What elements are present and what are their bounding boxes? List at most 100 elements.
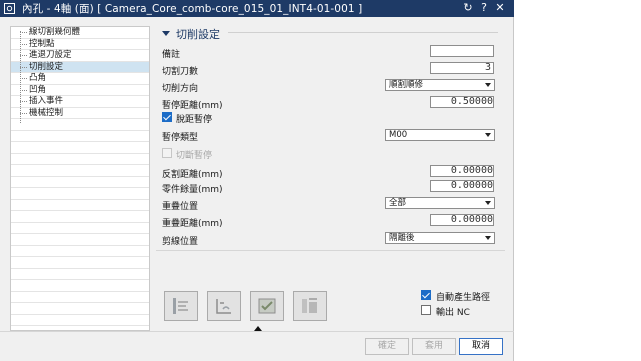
- remark-label: 備註: [162, 50, 181, 60]
- section-header[interactable]: 切削設定: [162, 26, 220, 42]
- tree-empty-row: [11, 200, 149, 211]
- tree-item-concave-corner[interactable]: 凹角: [11, 84, 149, 96]
- path-list-icon: [302, 298, 317, 313]
- tree-connector: [20, 78, 27, 79]
- tree-item-label: 進退刀設定: [29, 50, 72, 60]
- apply-button[interactable]: 套用: [412, 338, 456, 355]
- chevron-down-icon: [485, 201, 491, 205]
- overlap-distance-label: 重疊距離(mm): [162, 219, 223, 229]
- cut-line-position-label: 剪線位置: [162, 237, 199, 247]
- output-nc-checkbox[interactable]: [421, 305, 431, 315]
- title-bar[interactable]: 內孔 - 4軸 (面) [ Camera_Core_comb-core_015_…: [0, 0, 514, 17]
- path-preview-icon: [216, 299, 231, 314]
- pause-type-select[interactable]: M00: [385, 129, 495, 141]
- tree-empty-row: [11, 269, 149, 280]
- window-title: 內孔 - 4軸 (面) [ Camera_Core_comb-core_015_…: [22, 3, 363, 15]
- tree-connector: [20, 66, 27, 68]
- close-icon[interactable]: ✕: [493, 1, 507, 14]
- chevron-down-icon: [485, 83, 491, 87]
- tree-item-convex-corner[interactable]: 凸角: [11, 73, 149, 85]
- tree-item-label: 控制點: [29, 38, 55, 49]
- tree-empty-row: [11, 165, 149, 177]
- deviation-pause-checkbox[interactable]: [162, 112, 172, 122]
- auto-generate-path-checkbox[interactable]: [421, 290, 431, 300]
- auto-generate-path-label: 自動產生路徑: [436, 293, 491, 303]
- reverse-distance-input[interactable]: 0.00000: [430, 165, 494, 177]
- cut-line-position-value: 隔離後: [389, 233, 415, 243]
- window-icon: [4, 3, 15, 14]
- tree-item-insert-event[interactable]: 插入事件: [11, 96, 149, 108]
- tree-item-cut-settings[interactable]: 切削設定: [11, 61, 149, 73]
- cut-settings-panel: 切削設定 備註 切割刀數 3 切削方向 順割順修 暫停距離(mm) 0.5000…: [156, 23, 505, 280]
- tree-connector: [20, 43, 27, 45]
- tree-item-lead-in-out[interactable]: 進退刀設定: [11, 50, 149, 62]
- cut-stop-label: 切斷暫停: [176, 151, 213, 161]
- path-verify-button[interactable]: [250, 291, 284, 321]
- section-divider: [228, 32, 498, 33]
- tree-connector: [20, 112, 27, 114]
- help-icon[interactable]: ?: [477, 1, 491, 14]
- tree-item-wire-geometry[interactable]: 線切割幾何體: [11, 27, 149, 39]
- cut-line-position-select[interactable]: 隔離後: [385, 232, 495, 244]
- footer-divider: [0, 331, 514, 332]
- path-list-button[interactable]: [293, 291, 327, 321]
- cut-count-input[interactable]: 3: [430, 62, 494, 74]
- chevron-down-icon: [485, 236, 491, 240]
- tree-empty-row: [11, 142, 149, 154]
- collapse-triangle-icon: [162, 31, 170, 36]
- pause-distance-input[interactable]: 0.50000: [430, 96, 494, 108]
- tree-item-label: 插入事件: [29, 96, 64, 106]
- tree-empty-row: [11, 246, 149, 257]
- ok-button[interactable]: 確定: [365, 338, 409, 355]
- check-icon: [422, 290, 430, 299]
- tree-connector: [20, 89, 27, 91]
- cut-direction-value: 順割順修: [389, 80, 424, 90]
- tree-item-machine-control[interactable]: 機械控制: [11, 107, 149, 119]
- overlap-distance-input[interactable]: 0.00000: [430, 214, 494, 226]
- navigation-tree: 線切割幾何體 控制點 進退刀設定 切削設定 凸角 凹角 插入事件 機械控制: [10, 26, 150, 331]
- cut-direction-label: 切削方向: [162, 84, 199, 94]
- part-margin-input[interactable]: 0.00000: [430, 180, 494, 192]
- pause-type-value: M00: [389, 130, 408, 140]
- path-preview-button[interactable]: [207, 291, 241, 321]
- pause-type-label: 暫停類型: [162, 133, 199, 143]
- tree-empty-row: [11, 280, 149, 292]
- cut-direction-select[interactable]: 順割順修: [385, 79, 495, 91]
- path-verify-icon: [258, 298, 276, 314]
- cancel-button[interactable]: 取消: [459, 338, 503, 355]
- tree-item-control-point[interactable]: 控制點: [11, 38, 149, 50]
- tree-empty-row: [11, 315, 149, 326]
- cut-stop-checkbox[interactable]: [162, 148, 172, 158]
- tree-empty-row: [11, 257, 149, 269]
- tree-item-label: 線切割幾何體: [29, 27, 81, 37]
- dialog-window: 內孔 - 4軸 (面) [ Camera_Core_comb-core_015_…: [0, 0, 514, 361]
- overlap-position-label: 重疊位置: [162, 202, 199, 212]
- tree-item-label: 凹角: [29, 84, 47, 95]
- tree-empty-row: [11, 119, 149, 131]
- check-icon: [163, 112, 171, 121]
- tree-empty-row: [11, 188, 149, 200]
- pause-distance-label: 暫停距離(mm): [162, 101, 223, 111]
- section-title: 切削設定: [176, 28, 220, 41]
- tree-item-label: 切削設定: [29, 61, 64, 72]
- tree-item-label: 機械控制: [29, 107, 64, 118]
- reverse-distance-label: 反割距離(mm): [162, 170, 223, 180]
- panel-divider: [156, 250, 505, 251]
- generate-path-icon: [173, 298, 188, 314]
- overlap-position-value: 全部: [389, 198, 407, 208]
- overlap-position-select[interactable]: 全部: [385, 197, 495, 209]
- tree-empty-row: [11, 303, 149, 315]
- reset-icon[interactable]: ↻: [461, 1, 475, 14]
- tree-empty-row: [11, 154, 149, 165]
- tree-connector: [20, 32, 27, 33]
- deviation-pause-label: 脫距暫停: [176, 115, 213, 125]
- tree-connector: [20, 55, 27, 56]
- tree-empty-row: [11, 177, 149, 188]
- generate-path-button[interactable]: [164, 291, 198, 321]
- tree-empty-row: [11, 292, 149, 303]
- chevron-down-icon: [485, 133, 491, 137]
- remark-input[interactable]: [430, 45, 494, 57]
- cut-count-label: 切割刀數: [162, 67, 199, 77]
- tree-connector: [20, 31, 21, 123]
- tree-connector: [20, 101, 27, 102]
